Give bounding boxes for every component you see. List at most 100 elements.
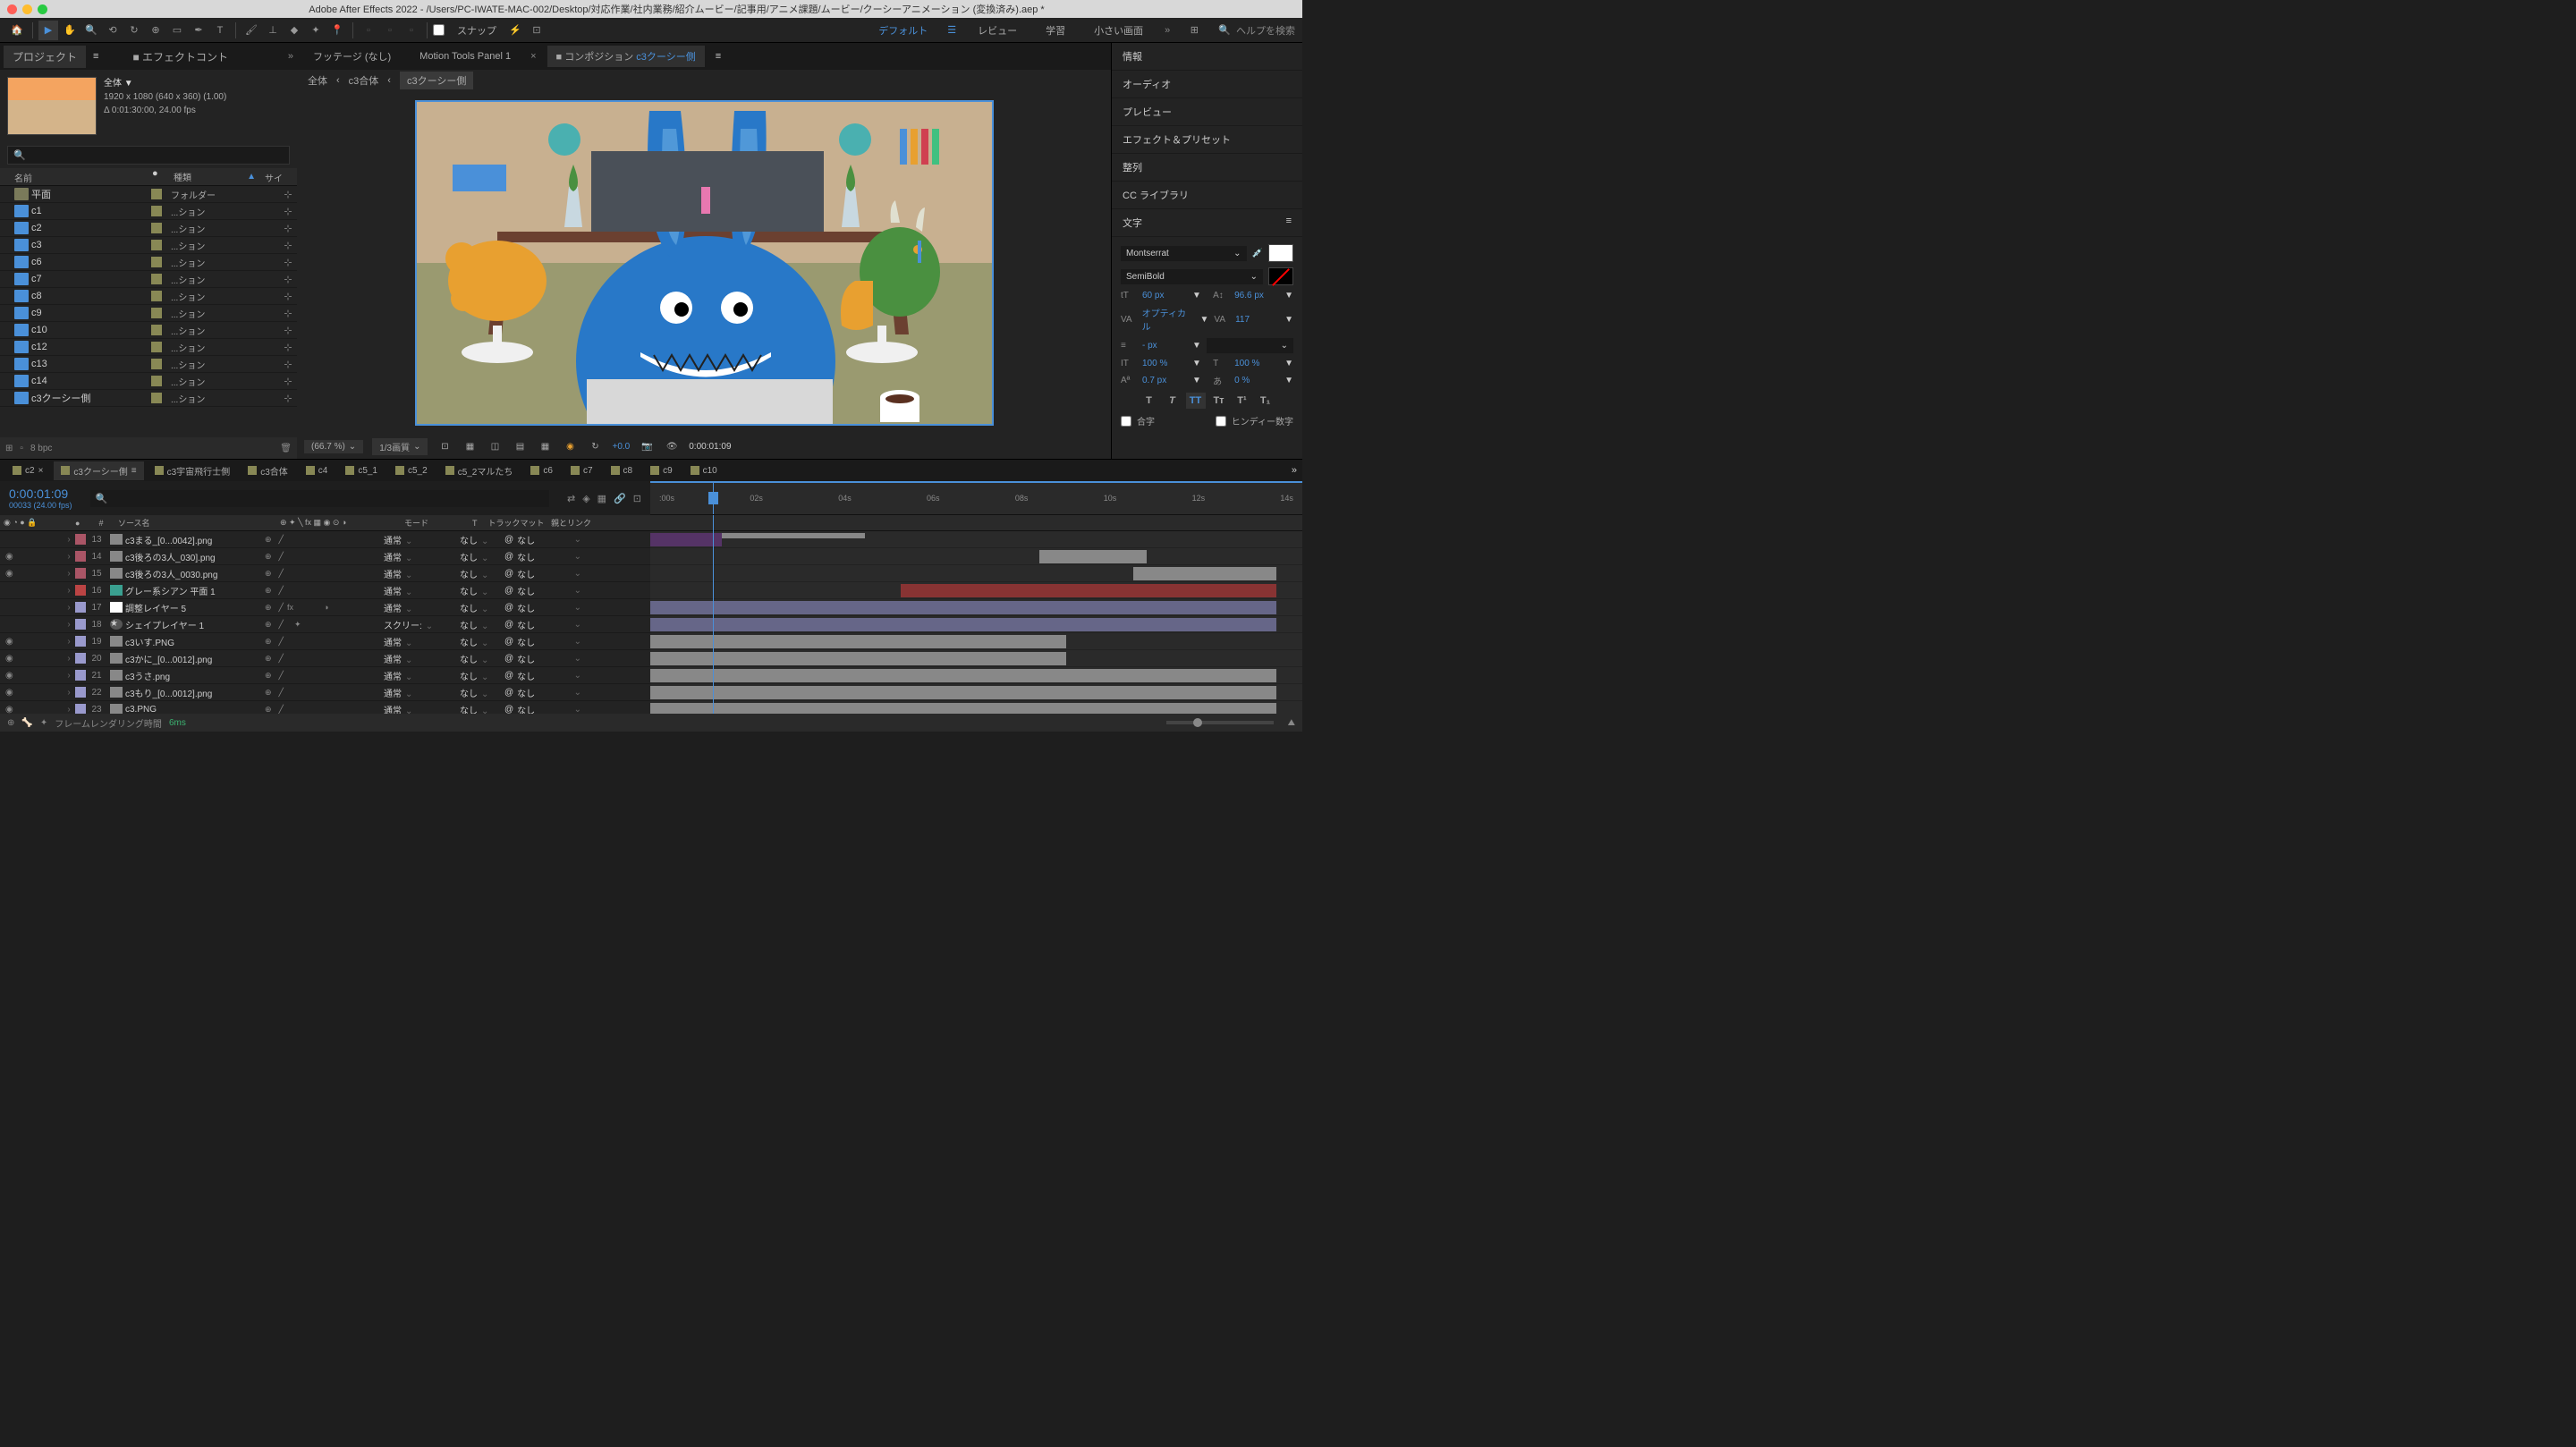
layer-mode[interactable]: 通常⌄ — [380, 669, 438, 682]
track-row[interactable] — [650, 565, 1302, 582]
layer-switches[interactable]: ⊕╱ — [259, 552, 380, 562]
item-flow-icon[interactable]: ⊹ — [279, 308, 297, 319]
timeline-tab[interactable]: c6 — [523, 463, 560, 478]
pen-tool-icon[interactable]: ✒ — [189, 21, 208, 40]
project-item[interactable]: c3クーシー側 ...ション ⊹ — [0, 390, 297, 407]
layer-switches[interactable]: ⊕╱ — [259, 569, 380, 579]
channel-icon[interactable]: ▦ — [537, 438, 553, 454]
workspace-default[interactable]: デフォルト — [873, 21, 933, 39]
layer-switches[interactable]: ⊕╱ — [259, 654, 380, 664]
timeline-tab[interactable]: c7 — [564, 463, 600, 478]
label-color[interactable] — [151, 291, 162, 301]
pickwhip-icon[interactable]: @ — [504, 552, 513, 562]
layer-mode[interactable]: 通常⌄ — [380, 533, 438, 546]
layer-row[interactable]: ◉ › 20 c3かに_[0...0012].png ⊕╱ 通常⌄ なし⌄ @な… — [0, 650, 650, 667]
layer-mode[interactable]: 通常⌄ — [380, 635, 438, 648]
hindi-checkbox[interactable] — [1216, 416, 1226, 427]
stroke-color-swatch[interactable] — [1268, 267, 1293, 285]
layer-duration-bar[interactable] — [1039, 550, 1147, 563]
layer-row[interactable]: › 16 グレー系シアン 平面 1 ⊕╱ 通常⌄ なし⌄ @なし⌄ — [0, 582, 650, 599]
project-item[interactable]: c6 ...ション ⊹ — [0, 254, 297, 271]
layer-row[interactable]: ◉ › 23 c3.PNG ⊕╱ 通常⌄ なし⌄ @なし⌄ — [0, 701, 650, 714]
pickwhip-icon[interactable]: @ — [504, 603, 513, 613]
layer-row[interactable]: ◉ › 22 c3もり_[0...0012].png ⊕╱ 通常⌄ なし⌄ @な… — [0, 684, 650, 701]
rect-tool-icon[interactable]: ▭ — [167, 21, 187, 40]
comp-thumbnail[interactable] — [7, 77, 97, 135]
track-row[interactable] — [650, 667, 1302, 684]
timeline-tab[interactable]: c5_1 — [338, 463, 385, 478]
track-row[interactable] — [650, 684, 1302, 701]
anchor-tool-icon[interactable]: ⊕ — [146, 21, 165, 40]
track-row[interactable] — [650, 650, 1302, 667]
layer-parent[interactable]: @なし⌄ — [501, 584, 581, 597]
maximize-window-button[interactable] — [38, 4, 47, 14]
tl-icon-3[interactable]: ▦ — [597, 493, 606, 504]
item-flow-icon[interactable]: ⊹ — [279, 376, 297, 387]
stroke-width-input[interactable]: - px — [1142, 341, 1187, 351]
ligature-checkbox[interactable] — [1121, 416, 1131, 427]
pickwhip-icon[interactable]: @ — [504, 688, 513, 698]
project-menu-icon[interactable]: ≡ — [93, 51, 98, 62]
breadcrumb-item-active[interactable]: c3クーシー側 — [400, 72, 473, 89]
layer-trackmatte[interactable]: なし⌄ — [451, 584, 501, 597]
label-color[interactable] — [151, 189, 162, 199]
layer-trackmatte[interactable]: なし⌄ — [451, 652, 501, 665]
type-tool-icon[interactable]: T — [210, 21, 230, 40]
motion-tools-tab[interactable]: Motion Tools Panel 1 — [411, 47, 520, 65]
timeline-zoom-slider[interactable] — [1166, 721, 1274, 724]
panel-section[interactable]: CC ライブラリ — [1112, 182, 1302, 209]
shape2-icon[interactable]: ▫ — [402, 21, 421, 40]
transparency-grid-icon[interactable]: ⊡ — [436, 438, 453, 454]
eyedropper-icon[interactable]: 💉 — [1252, 249, 1263, 258]
layer-label-color[interactable] — [75, 687, 86, 698]
col-size-header[interactable]: サイ — [261, 168, 297, 185]
layer-duration-bar[interactable] — [650, 618, 1276, 631]
project-item[interactable]: 平面 フォルダー ⊹ — [0, 186, 297, 203]
layer-expand-icon[interactable]: › — [63, 654, 75, 664]
zoom-mountain-icon[interactable]: ⛰ — [1288, 718, 1295, 728]
layer-duration-bar[interactable] — [650, 601, 1276, 614]
panel-section[interactable]: 情報 — [1112, 43, 1302, 71]
layer-label-color[interactable] — [75, 534, 86, 545]
col-trackmatte[interactable]: トラックマット — [485, 517, 547, 529]
clone-tool-icon[interactable]: ⊥ — [263, 21, 283, 40]
pickwhip-icon[interactable]: @ — [504, 705, 513, 715]
baseline-input[interactable]: 0.7 px — [1142, 376, 1187, 385]
project-search[interactable]: 🔍 — [7, 146, 290, 165]
region-icon[interactable]: ◫ — [487, 438, 503, 454]
quality-dropdown[interactable]: 1/3画質 ⌄ — [372, 438, 428, 455]
layer-parent[interactable]: @なし⌄ — [501, 652, 581, 665]
font-weight-dropdown[interactable]: SemiBold⌄ — [1121, 269, 1263, 284]
timeline-tab[interactable]: c10 — [683, 463, 724, 478]
layer-duration-bar[interactable] — [1133, 567, 1276, 580]
footage-tab[interactable]: フッテージ (なし) — [304, 46, 400, 67]
layer-trackmatte[interactable]: なし⌄ — [451, 567, 501, 580]
snap-checkbox[interactable] — [433, 24, 445, 36]
layer-switches[interactable]: ⊕╱ — [259, 535, 380, 545]
layer-label-color[interactable] — [75, 653, 86, 664]
footer-bone-icon[interactable]: 🦴 — [21, 718, 32, 728]
pickwhip-icon[interactable]: @ — [504, 569, 513, 579]
col-parent[interactable]: 親とリンク — [547, 517, 637, 529]
timeline-tab[interactable]: c3合体 — [241, 461, 295, 480]
timeline-tab[interactable]: c4 — [299, 463, 335, 478]
pickwhip-icon[interactable]: @ — [504, 586, 513, 596]
visibility-toggle[interactable]: ◉ — [5, 654, 16, 664]
pickwhip-icon[interactable]: @ — [504, 620, 513, 630]
mask-icon[interactable]: ▫ — [359, 21, 378, 40]
col-number[interactable]: # — [88, 519, 114, 528]
track-row[interactable] — [650, 701, 1302, 714]
timeline-ruler[interactable]: :00s02s04s06s08s10s12s14s — [650, 481, 1302, 515]
label-color[interactable] — [151, 359, 162, 369]
snap-bounds-icon[interactable]: ⊡ — [527, 21, 547, 40]
layer-trackmatte[interactable]: なし⌄ — [451, 669, 501, 682]
item-flow-icon[interactable]: ⊹ — [279, 189, 297, 200]
bpc-label[interactable]: 8 bpc — [30, 444, 52, 453]
composition-tab[interactable]: ■ コンポジション c3クーシー側 — [547, 46, 705, 67]
trash-icon[interactable]: 🗑 — [280, 444, 292, 453]
layer-expand-icon[interactable]: › — [63, 620, 75, 630]
kerning-input[interactable]: オプティカル — [1142, 306, 1195, 333]
snap-options-icon[interactable]: ⚡ — [505, 21, 525, 40]
shape-icon[interactable]: ▫ — [380, 21, 400, 40]
label-color[interactable] — [151, 393, 162, 403]
